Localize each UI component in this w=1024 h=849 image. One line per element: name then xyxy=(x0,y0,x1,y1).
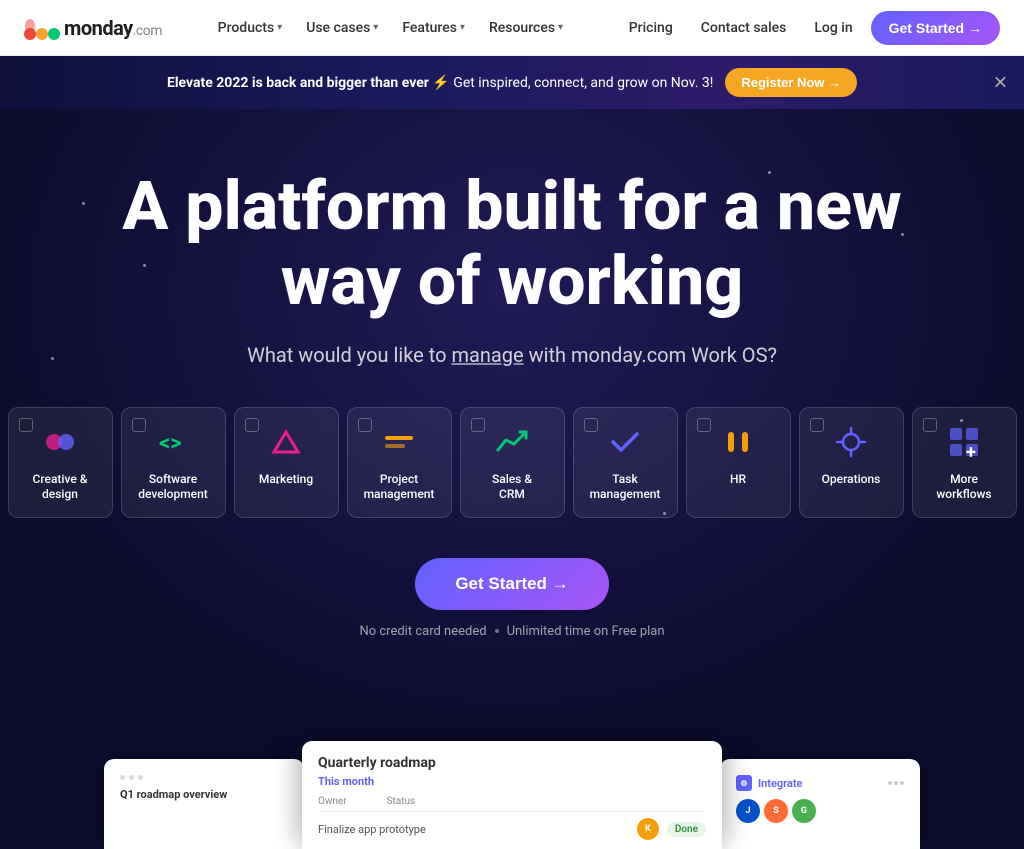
chevron-down-icon: ▾ xyxy=(277,22,282,33)
workflow-card-hr[interactable]: HR xyxy=(686,407,791,518)
preview-main-title: Quarterly roadmap xyxy=(318,755,436,771)
nav-left: Products ▾ Use cases ▾ Features ▾ Resour… xyxy=(208,14,573,42)
hero-get-started-button[interactable]: Get Started → xyxy=(415,558,608,610)
hero-section: A platform built for a new way of workin… xyxy=(0,109,1024,729)
integrate-label: Integrate xyxy=(758,777,802,790)
workflow-card-task[interactable]: Task management xyxy=(573,407,678,518)
hero-subtitle-manage: manage xyxy=(451,343,523,367)
integration-icon-2: S xyxy=(764,799,788,823)
preview-main-card: Quarterly roadmap This month Owner Statu… xyxy=(302,741,722,849)
preview-left-title: Q1 roadmap overview xyxy=(120,788,288,801)
nav-products[interactable]: Products ▾ xyxy=(208,14,293,42)
promo-banner: Elevate 2022 is back and bigger than eve… xyxy=(0,56,1024,109)
marketing-icon xyxy=(268,424,304,460)
workflow-label: Sales & CRM xyxy=(492,472,532,503)
workflow-checkbox[interactable] xyxy=(358,418,372,432)
workflow-label: Task management xyxy=(590,472,661,503)
software-dev-icon: <> xyxy=(155,424,191,460)
workflow-checkbox[interactable] xyxy=(132,418,146,432)
star-decoration xyxy=(82,202,85,205)
nav-login[interactable]: Log in xyxy=(804,14,862,42)
workflow-card-creative[interactable]: Creative & design xyxy=(8,407,113,518)
nav-resources[interactable]: Resources ▾ xyxy=(479,14,573,42)
workflow-checkbox[interactable] xyxy=(697,418,711,432)
close-icon[interactable]: ✕ xyxy=(993,72,1008,93)
logo-icon xyxy=(24,16,60,40)
workflow-card-software[interactable]: <> Software development xyxy=(121,407,226,518)
workflow-card-operations[interactable]: Operations xyxy=(799,407,904,518)
workflow-label: Operations xyxy=(822,472,881,488)
nav-right: Pricing Contact sales Log in Get Started… xyxy=(619,11,1000,45)
logo-text: monday.com xyxy=(64,16,162,40)
workflow-checkbox[interactable] xyxy=(245,418,259,432)
integrate-icon: ⚙ xyxy=(736,775,752,791)
workflow-label: Marketing xyxy=(259,472,313,488)
workflow-checkbox[interactable] xyxy=(923,418,937,432)
cta-note: No credit card needed Unlimited time on … xyxy=(359,624,664,639)
nav-features[interactable]: Features ▾ xyxy=(392,14,475,42)
workflow-cards: Creative & design <> Software developmen… xyxy=(8,407,1017,518)
nav-use-cases[interactable]: Use cases ▾ xyxy=(296,14,388,42)
logo[interactable]: monday.com xyxy=(24,16,162,40)
workflow-card-marketing[interactable]: Marketing xyxy=(234,407,339,518)
nav-contact[interactable]: Contact sales xyxy=(691,14,797,42)
cta-section: Get Started → No credit card needed Unli… xyxy=(359,558,664,639)
svg-text:<>: <> xyxy=(159,431,182,456)
workflow-checkbox[interactable] xyxy=(471,418,485,432)
workflow-card-more[interactable]: + More workflows xyxy=(912,407,1017,518)
project-mgmt-icon xyxy=(381,424,417,460)
hero-title: A platform built for a new way of workin… xyxy=(112,169,912,319)
operations-icon xyxy=(833,424,869,460)
chevron-down-icon: ▾ xyxy=(373,22,378,33)
task-mgmt-icon xyxy=(607,424,643,460)
workflow-label: Software development xyxy=(138,472,208,503)
avatar: K xyxy=(637,818,659,840)
workflow-checkbox[interactable] xyxy=(810,418,824,432)
preview-card-left: Q1 roadmap overview xyxy=(104,759,304,849)
star-decoration xyxy=(51,357,54,360)
bullet-decoration xyxy=(495,629,499,633)
workflow-card-project[interactable]: Project management xyxy=(347,407,452,518)
workflow-label: HR xyxy=(730,472,746,488)
workflow-checkbox[interactable] xyxy=(19,418,33,432)
navbar: monday.com Products ▾ Use cases ▾ Featur… xyxy=(0,0,1024,56)
preview-month-tag: This month xyxy=(318,775,374,788)
banner-text: Elevate 2022 is back and bigger than eve… xyxy=(167,75,713,91)
integration-icon-1: J xyxy=(736,799,760,823)
hero-subtitle: What would you like to manage with monda… xyxy=(247,343,777,367)
preview-section: Q1 roadmap overview Quarterly roadmap Th… xyxy=(0,729,1024,849)
workflow-card-sales[interactable]: Sales & CRM xyxy=(460,407,565,518)
nav-pricing[interactable]: Pricing xyxy=(619,14,683,42)
workflow-label: Creative & design xyxy=(33,472,88,503)
integration-icon-3: G xyxy=(792,799,816,823)
chevron-down-icon: ▾ xyxy=(558,22,563,33)
chevron-down-icon: ▾ xyxy=(460,22,465,33)
workflow-label: Project management xyxy=(364,472,435,503)
nav-get-started-button[interactable]: Get Started → xyxy=(871,11,1000,45)
workflow-checkbox[interactable] xyxy=(584,418,598,432)
more-workflows-icon: + xyxy=(946,424,982,460)
hr-icon xyxy=(720,424,756,460)
svg-text:+: + xyxy=(966,442,976,460)
banner-register-button[interactable]: Register Now → xyxy=(725,68,857,97)
creative-design-icon xyxy=(42,424,78,460)
workflow-label: More workflows xyxy=(936,472,991,503)
sales-crm-icon xyxy=(494,424,530,460)
status-badge: Done xyxy=(667,822,706,837)
preview-card-side: ⚙ Integrate J S G xyxy=(720,759,920,849)
